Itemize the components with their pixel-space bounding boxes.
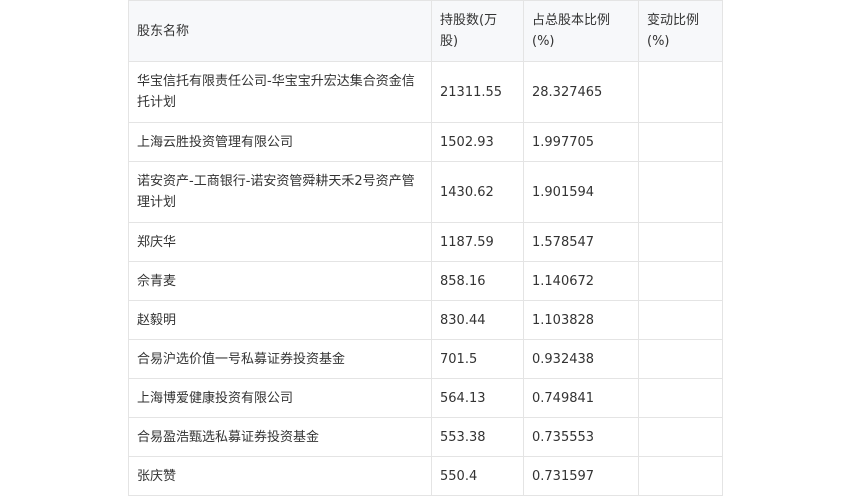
cell-shareholder-name: 合易沪选价值一号私募证券投资基金 [128, 339, 432, 379]
table-row: 合易沪选价值一号私募证券投资基金 701.5 0.932438 [128, 339, 723, 379]
cell-shares: 1502.93 [431, 122, 524, 162]
cell-shareholder-name: 上海博爱健康投资有限公司 [128, 378, 432, 418]
cell-ratio: 28.327465 [523, 61, 639, 123]
table-row: 赵毅明 830.44 1.103828 [128, 300, 723, 340]
cell-shares: 1187.59 [431, 222, 524, 262]
cell-shareholder-name: 郑庆华 [128, 222, 432, 262]
cell-ratio: 1.578547 [523, 222, 639, 262]
cell-shareholder-name: 赵毅明 [128, 300, 432, 340]
table-row: 张庆赞 550.4 0.731597 [128, 456, 723, 496]
cell-shareholder-name: 诺安资产-工商银行-诺安资管舜耕天禾2号资产管理计划 [128, 161, 432, 223]
cell-shareholder-name: 上海云胜投资管理有限公司 [128, 122, 432, 162]
cell-change [638, 339, 723, 379]
header-change: 变动比例(%) [638, 0, 723, 62]
table-row: 诺安资产-工商银行-诺安资管舜耕天禾2号资产管理计划 1430.62 1.901… [128, 161, 723, 223]
cell-ratio: 1.140672 [523, 261, 639, 301]
table-row: 合易盈浩甄选私募证券投资基金 553.38 0.735553 [128, 417, 723, 457]
cell-shares: 858.16 [431, 261, 524, 301]
cell-change [638, 161, 723, 223]
cell-change [638, 61, 723, 123]
cell-ratio: 1.901594 [523, 161, 639, 223]
cell-ratio: 0.932438 [523, 339, 639, 379]
table-row: 华宝信托有限责任公司-华宝宝升宏达集合资金信托计划 21311.55 28.32… [128, 61, 723, 123]
cell-shares: 830.44 [431, 300, 524, 340]
header-shareholder-name: 股东名称 [128, 0, 432, 62]
cell-change [638, 456, 723, 496]
cell-shareholder-name: 华宝信托有限责任公司-华宝宝升宏达集合资金信托计划 [128, 61, 432, 123]
header-ratio: 占总股本比例(%) [523, 0, 639, 62]
cell-ratio: 0.735553 [523, 417, 639, 457]
header-shares: 持股数(万股) [431, 0, 524, 62]
cell-change [638, 222, 723, 262]
cell-shareholder-name: 合易盈浩甄选私募证券投资基金 [128, 417, 432, 457]
cell-ratio: 0.749841 [523, 378, 639, 418]
cell-change [638, 261, 723, 301]
cell-change [638, 300, 723, 340]
cell-shares: 21311.55 [431, 61, 524, 123]
cell-shares: 701.5 [431, 339, 524, 379]
cell-change [638, 417, 723, 457]
table-row: 上海云胜投资管理有限公司 1502.93 1.997705 [128, 122, 723, 162]
cell-shares: 550.4 [431, 456, 524, 496]
table-row: 佘青麦 858.16 1.140672 [128, 261, 723, 301]
cell-change [638, 378, 723, 418]
shareholder-table-container: 股东名称 持股数(万股) 占总股本比例(%) 变动比例(%) 华宝信托有限责任公… [128, 0, 723, 496]
cell-ratio: 0.731597 [523, 456, 639, 496]
cell-change [638, 122, 723, 162]
cell-shares: 553.38 [431, 417, 524, 457]
cell-ratio: 1.103828 [523, 300, 639, 340]
cell-shares: 564.13 [431, 378, 524, 418]
cell-ratio: 1.997705 [523, 122, 639, 162]
table-row: 郑庆华 1187.59 1.578547 [128, 222, 723, 262]
cell-shareholder-name: 张庆赞 [128, 456, 432, 496]
table-header-row: 股东名称 持股数(万股) 占总股本比例(%) 变动比例(%) [128, 0, 723, 62]
table-row: 上海博爱健康投资有限公司 564.13 0.749841 [128, 378, 723, 418]
cell-shareholder-name: 佘青麦 [128, 261, 432, 301]
shareholder-table: 股东名称 持股数(万股) 占总股本比例(%) 变动比例(%) 华宝信托有限责任公… [128, 0, 723, 496]
cell-shares: 1430.62 [431, 161, 524, 223]
